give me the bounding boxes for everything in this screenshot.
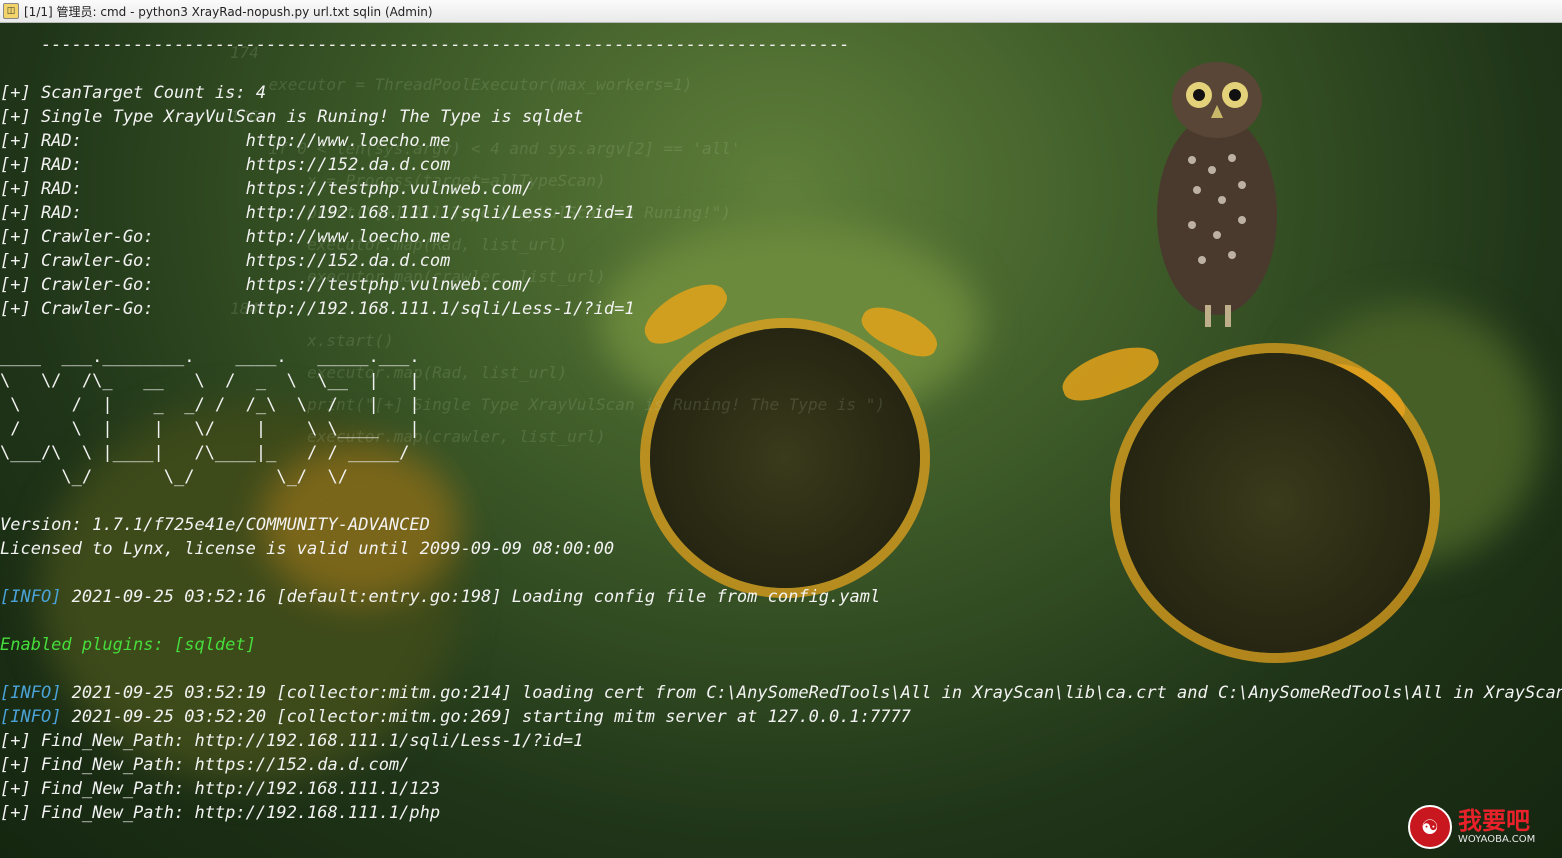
terminal-line-text: [+] Crawler-Go: http://www.loecho.me (0, 227, 451, 247)
terminal-line: [+] Single Type XrayVulScan is Runing! T… (0, 105, 1562, 129)
terminal-line-text: [+] RAD: http://www.loecho.me (0, 131, 451, 151)
terminal-line-text: \_/ \_/ \_/ \/ (0, 467, 348, 487)
terminal-line: [+] RAD: http://www.loecho.me (0, 129, 1562, 153)
terminal-line: / \ | | \/ | \ \____ | (0, 417, 1562, 441)
terminal-line: [+] RAD: http://192.168.111.1/sqli/Less-… (0, 201, 1562, 225)
terminal-line-text: [+] RAD: https://testphp.vulnweb.com/ (0, 179, 533, 199)
terminal-line-text: [+] Single Type XrayVulScan is Runing! T… (0, 107, 584, 127)
watermark-text: 我要吧 (1458, 807, 1530, 835)
terminal-line: [INFO] 2021-09-25 03:52:19 [collector:mi… (0, 681, 1562, 705)
terminal-line: [INFO] 2021-09-25 03:52:16 [default:entr… (0, 585, 1562, 609)
terminal-line-text: 2021-09-25 03:52:19 [collector:mitm.go:2… (61, 683, 1562, 703)
terminal-line: [INFO] 2021-09-25 03:52:20 [collector:mi… (0, 705, 1562, 729)
terminal-window: ◫ [1/1] 管理员: cmd - python3 XrayRad-nopus… (0, 0, 1562, 858)
terminal-line: [+] Find_New_Path: http://192.168.111.1/… (0, 777, 1562, 801)
terminal-line-text: Enabled plugins: [sqldet] (0, 635, 256, 655)
terminal-line-text: ----------------------------------------… (0, 35, 850, 55)
watermark-logo-icon: ☯ (1408, 805, 1452, 849)
terminal-line-text: Licensed to Lynx, license is valid until… (0, 539, 615, 559)
terminal-line: [+] Find_New_Path: http://192.168.111.1/… (0, 801, 1562, 825)
site-watermark: ☯ 我要吧 WOYAOBA.COM (1408, 805, 1535, 849)
terminal-line-text: [+] Find_New_Path: http://192.168.111.1/… (0, 803, 441, 823)
info-tag: [INFO] (0, 587, 62, 607)
info-tag: [INFO] (0, 683, 62, 703)
terminal-line-text: 2021-09-25 03:52:20 [collector:mitm.go:2… (61, 707, 911, 727)
terminal-line: [+] Find_New_Path: http://192.168.111.1/… (0, 729, 1562, 753)
console-icon: ◫ (3, 3, 19, 19)
terminal-line-text: [+] Find_New_Path: http://192.168.111.1/… (0, 779, 441, 799)
terminal-line-text: [+] Find_New_Path: https://152.da.d.com/ (0, 755, 410, 775)
terminal-line: [+] Find_New_Path: https://152.da.d.com/ (0, 753, 1562, 777)
terminal-line-text: [+] Crawler-Go: https://152.da.d.com (0, 251, 451, 271)
terminal-line: [+] RAD: https://testphp.vulnweb.com/ (0, 177, 1562, 201)
terminal-line: \_/ \_/ \_/ \/ (0, 465, 1562, 489)
watermark-url: WOYAOBA.COM (1458, 834, 1536, 845)
terminal-line-text: 2021-09-25 03:52:16 [default:entry.go:19… (61, 587, 881, 607)
terminal-line: \ / | _ _/ / /_\ \ / | | (0, 393, 1562, 417)
terminal-line: Enabled plugins: [sqldet] (0, 633, 1562, 657)
terminal-line: \___/\ \ |____| /\____|_ / / _____/ (0, 441, 1562, 465)
terminal-line: Version: 1.7.1/f725e41e/COMMUNITY-ADVANC… (0, 513, 1562, 537)
terminal-line-text: / \ | | \/ | \ \____ | (0, 419, 420, 439)
title-bar[interactable]: ◫ [1/1] 管理员: cmd - python3 XrayRad-nopus… (0, 0, 1562, 23)
terminal-line-text: \ / | _ _/ / /_\ \ / | | (0, 395, 420, 415)
terminal-line-text: Version: 1.7.1/f725e41e/COMMUNITY-ADVANC… (0, 515, 430, 535)
terminal-line: [+] RAD: https://152.da.d.com (0, 153, 1562, 177)
terminal-line: ____ ___.________. ____. _____.___. (0, 345, 1562, 369)
terminal-line-text: [+] Find_New_Path: http://192.168.111.1/… (0, 731, 584, 751)
window-title: [1/1] 管理员: cmd - python3 XrayRad-nopush.… (24, 4, 433, 19)
terminal-line-text: ____ ___.________. ____. _____.___. (0, 347, 420, 367)
terminal-line-text: [+] ScanTarget Count is: 4 (0, 83, 267, 103)
terminal-line-text: [+] RAD: https://152.da.d.com (0, 155, 451, 175)
terminal-line: [+] ScanTarget Count is: 4 (0, 81, 1562, 105)
terminal-line-text: [+] Crawler-Go: http://192.168.111.1/sql… (0, 299, 635, 319)
terminal-line: \ \/ /\_ __ \ / _ \ \__ | | (0, 369, 1562, 393)
terminal-line: ----------------------------------------… (0, 33, 1562, 57)
terminal-line-text: \___/\ \ |____| /\____|_ / / _____/ (0, 443, 410, 463)
terminal-line-text: [+] RAD: http://192.168.111.1/sqli/Less-… (0, 203, 635, 223)
terminal-line: [+] Crawler-Go: https://testphp.vulnweb.… (0, 273, 1562, 297)
terminal-line: [+] Crawler-Go: https://152.da.d.com (0, 249, 1562, 273)
terminal-line: [+] Crawler-Go: http://www.loecho.me (0, 225, 1562, 249)
terminal-line: Licensed to Lynx, license is valid until… (0, 537, 1562, 561)
info-tag: [INFO] (0, 707, 62, 727)
terminal-line-text: \ \/ /\_ __ \ / _ \ \__ | | (0, 371, 420, 391)
terminal-line-text: [+] Crawler-Go: https://testphp.vulnweb.… (0, 275, 533, 295)
terminal-line: [+] Crawler-Go: http://192.168.111.1/sql… (0, 297, 1562, 321)
terminal-output[interactable]: ----------------------------------------… (0, 33, 1562, 825)
